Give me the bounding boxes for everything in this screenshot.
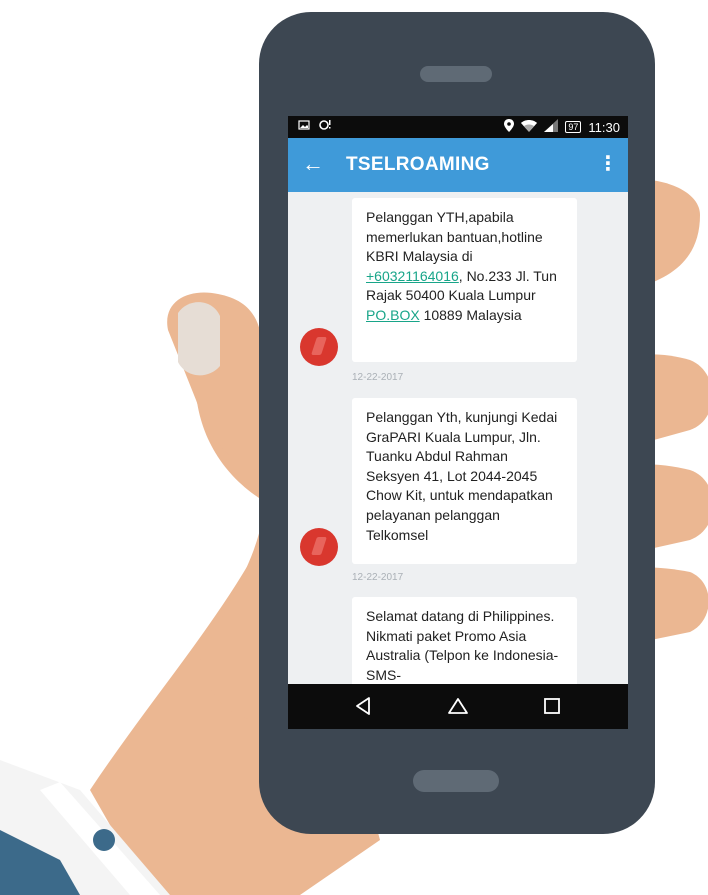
- phone-screen: 97 11:30 ← TSELROAMING ⋮ Pelanggan YTH,a…: [288, 116, 628, 729]
- location-icon: [504, 119, 515, 135]
- status-time: 11:30: [588, 119, 620, 135]
- status-bar: 97 11:30: [288, 116, 628, 138]
- alarm-icon: [318, 119, 332, 134]
- more-vert-icon[interactable]: ⋮: [598, 151, 618, 177]
- pobox-link[interactable]: PO.BOX: [366, 307, 420, 323]
- home-outline-icon[interactable]: [446, 694, 470, 718]
- message-text: Pelanggan YTH,apabila memerlukan bantuan…: [366, 209, 543, 265]
- status-left: [298, 119, 332, 134]
- message-text: 10889 Malaysia: [419, 306, 522, 323]
- image-icon: [298, 119, 310, 134]
- signal-icon: [544, 119, 559, 135]
- message-bubble[interactable]: Pelanggan YTH,apabila memerlukan bantuan…: [352, 198, 577, 362]
- square-recents-icon[interactable]: [540, 694, 564, 718]
- message-date: 12-22-2017: [352, 372, 404, 383]
- app-bar: ← TSELROAMING ⋮: [288, 138, 628, 192]
- battery-icon: 97: [565, 121, 582, 133]
- message-text: Pelanggan Yth, kunjungi Kedai GraPARI Ku…: [366, 409, 558, 543]
- arrow-left-icon[interactable]: ←: [300, 151, 326, 177]
- phone-link[interactable]: +60321164016: [366, 268, 459, 284]
- thumb-nail: [178, 302, 220, 376]
- wifi-icon: [521, 119, 538, 135]
- message-bubble[interactable]: Pelanggan Yth, kunjungi Kedai GraPARI Ku…: [352, 398, 577, 564]
- message-text: Selamat datang di Philippines. Nikmati p…: [366, 608, 559, 683]
- phone-home-button[interactable]: [413, 770, 499, 792]
- phone-speaker: [420, 66, 492, 82]
- cuff-button: [93, 829, 115, 851]
- sender-avatar[interactable]: [300, 328, 338, 366]
- navigation-bar: [288, 684, 628, 729]
- message-list[interactable]: Pelanggan YTH,apabila memerlukan bantuan…: [288, 192, 628, 684]
- message-date: 12-22-2017: [352, 572, 404, 583]
- sender-avatar[interactable]: [300, 528, 338, 566]
- conversation-title: TSELROAMING: [346, 154, 490, 175]
- status-right: 97 11:30: [504, 119, 620, 135]
- triangle-back-icon[interactable]: [352, 694, 376, 718]
- message-bubble[interactable]: Selamat datang di Philippines. Nikmati p…: [352, 597, 577, 684]
